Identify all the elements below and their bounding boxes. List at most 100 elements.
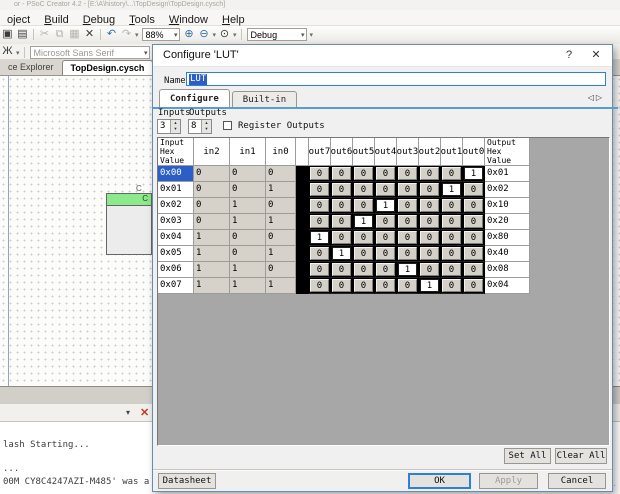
spinner-down-icon[interactable]: ▼ (205, 126, 209, 131)
lut-out5-bit-button[interactable]: 0 (354, 167, 373, 180)
lut-out4-bit-button[interactable]: 0 (376, 215, 395, 228)
lut-out2-bit-button[interactable]: 0 (420, 231, 439, 244)
lut-out5-bit-button[interactable]: 0 (354, 279, 373, 292)
lut-input-hex-cell[interactable]: 0x03 (158, 214, 194, 230)
zoom-out-icon[interactable]: ⊖ (197, 26, 212, 43)
tab-topdesign-cysch[interactable]: TopDesign.cysch (62, 60, 154, 75)
ok-button[interactable]: OK (408, 473, 471, 489)
bug-icon[interactable]: Ж (0, 44, 15, 59)
lut-out0-bit-button[interactable]: 0 (464, 263, 483, 276)
font-combo[interactable]: Microsoft Sans Serif▾ (30, 46, 150, 59)
lut-out2-bit-button[interactable]: 0 (420, 247, 439, 260)
toolbar-overflow-caret-icon[interactable]: ▾ (309, 31, 315, 39)
inputs-spinner[interactable]: 3 ▲▼ (157, 119, 181, 134)
name-input[interactable]: LUT (186, 72, 606, 86)
lut-out7-bit-button[interactable]: 0 (310, 199, 329, 212)
lut-input-hex-cell[interactable]: 0x00 (158, 166, 194, 182)
lut-out4-bit-button[interactable]: 1 (376, 199, 395, 212)
lut-out4-bit-button[interactable]: 0 (376, 263, 395, 276)
inputs-spinner-arrows[interactable]: ▲▼ (170, 120, 180, 133)
print-icon[interactable]: ▣ (0, 26, 15, 43)
tab-ce-explorer[interactable]: ce Explorer (0, 60, 62, 75)
zoom-level-combo[interactable]: 88%▾ (142, 28, 180, 41)
lut-out3-bit-button[interactable]: 0 (398, 247, 417, 260)
lut-out6-bit-button[interactable]: 0 (332, 167, 351, 180)
tab-prev-icon[interactable]: ◁ (588, 93, 596, 102)
lut-out3-bit-button[interactable]: 1 (398, 263, 417, 276)
toolbar-overflow-caret-icon[interactable]: ▾ (15, 49, 21, 57)
lut-out3-bit-button[interactable]: 0 (398, 183, 417, 196)
lut-out4-bit-button[interactable]: 0 (376, 231, 395, 244)
zoom-in-icon[interactable]: ⊕ (182, 26, 197, 43)
lut-out7-bit-button[interactable]: 0 (310, 167, 329, 180)
lut-out7-bit-button[interactable]: 0 (310, 215, 329, 228)
datasheet-button[interactable]: Datasheet (158, 473, 216, 489)
delete-icon[interactable]: ✕ (82, 26, 97, 43)
lut-out5-bit-button[interactable]: 0 (354, 231, 373, 244)
chevron-down-icon[interactable]: ▾ (174, 29, 178, 42)
lut-out5-bit-button[interactable]: 0 (354, 183, 373, 196)
lut-out2-bit-button[interactable]: 0 (420, 167, 439, 180)
cancel-button[interactable]: Cancel (548, 473, 606, 489)
undo-icon[interactable]: ↶ (104, 26, 119, 43)
lut-out1-bit-button[interactable]: 0 (442, 263, 461, 276)
lut-out7-bit-button[interactable]: 0 (310, 183, 329, 196)
dialog-title-bar[interactable]: Configure 'LUT' ? ✕ (153, 45, 612, 67)
debug-target-combo[interactable]: Debug▾ (247, 28, 307, 41)
dialog-tab-built-in[interactable]: Built-in (232, 91, 297, 107)
lut-out5-bit-button[interactable]: 0 (354, 199, 373, 212)
lut-out6-bit-button[interactable]: 1 (332, 247, 351, 260)
lut-out5-bit-button[interactable]: 0 (354, 263, 373, 276)
cut-icon[interactable]: ✂ (37, 26, 52, 43)
lut-out3-bit-button[interactable]: 0 (398, 199, 417, 212)
lut-out0-bit-button[interactable]: 0 (464, 231, 483, 244)
lut-out1-bit-button[interactable]: 0 (442, 279, 461, 292)
tab-scroll-arrows[interactable]: ◁▷ (588, 93, 604, 102)
print-preview-icon[interactable]: ▤ (15, 26, 30, 43)
lut-out7-bit-button[interactable]: 0 (310, 247, 329, 260)
spinner-up-icon[interactable]: ▲ (205, 120, 209, 125)
lut-out1-bit-button[interactable]: 0 (442, 167, 461, 180)
find-icon[interactable]: ⊙ (217, 26, 232, 43)
redo-icon[interactable]: ↷ (119, 26, 134, 43)
lut-out7-bit-button[interactable]: 1 (310, 231, 329, 244)
copy-icon[interactable]: ⧉ (52, 26, 67, 43)
lut-out6-bit-button[interactable]: 0 (332, 263, 351, 276)
lut-out6-bit-button[interactable]: 0 (332, 183, 351, 196)
lut-out0-bit-button[interactable]: 0 (464, 183, 483, 196)
tab-next-icon[interactable]: ▷ (596, 93, 604, 102)
register-outputs-checkbox[interactable] (223, 121, 232, 130)
lut-out2-bit-button[interactable]: 0 (420, 183, 439, 196)
lut-input-hex-cell[interactable]: 0x05 (158, 246, 194, 262)
schematic-component[interactable]: C (106, 193, 152, 255)
lut-out1-bit-button[interactable]: 0 (442, 215, 461, 228)
lut-out2-bit-button[interactable]: 0 (420, 215, 439, 228)
lut-out1-bit-button[interactable]: 0 (442, 231, 461, 244)
output-dropdown-caret-icon[interactable]: ▾ (126, 408, 130, 417)
lut-out0-bit-button[interactable]: 0 (464, 247, 483, 260)
lut-out1-bit-button[interactable]: 1 (442, 183, 461, 196)
lut-out3-bit-button[interactable]: 0 (398, 231, 417, 244)
help-icon[interactable]: ? (562, 45, 576, 66)
close-icon[interactable]: ✕ (589, 45, 603, 66)
paste-icon[interactable]: ▦ (67, 26, 82, 43)
dialog-tab-configure[interactable]: Configure (159, 89, 230, 107)
lut-out4-bit-button[interactable]: 0 (376, 247, 395, 260)
lut-out2-bit-button[interactable]: 1 (420, 279, 439, 292)
lut-out5-bit-button[interactable]: 0 (354, 247, 373, 260)
lut-out6-bit-button[interactable]: 0 (332, 279, 351, 292)
toolbar-overflow-caret-icon[interactable]: ▾ (134, 31, 140, 39)
lut-out0-bit-button[interactable]: 0 (464, 215, 483, 228)
lut-out0-bit-button[interactable]: 1 (464, 167, 483, 180)
lut-out3-bit-button[interactable]: 0 (398, 167, 417, 180)
toolbar-overflow-caret-icon[interactable]: ▾ (232, 31, 238, 39)
spinner-down-icon[interactable]: ▼ (174, 126, 178, 131)
lut-out7-bit-button[interactable]: 0 (310, 279, 329, 292)
lut-out3-bit-button[interactable]: 0 (398, 279, 417, 292)
lut-input-hex-cell[interactable]: 0x07 (158, 278, 194, 294)
apply-button[interactable]: Apply (479, 473, 538, 489)
clear-all-button[interactable]: Clear All (555, 448, 607, 464)
lut-out4-bit-button[interactable]: 0 (376, 167, 395, 180)
chevron-down-icon[interactable]: ▾ (144, 47, 148, 60)
lut-out2-bit-button[interactable]: 0 (420, 263, 439, 276)
